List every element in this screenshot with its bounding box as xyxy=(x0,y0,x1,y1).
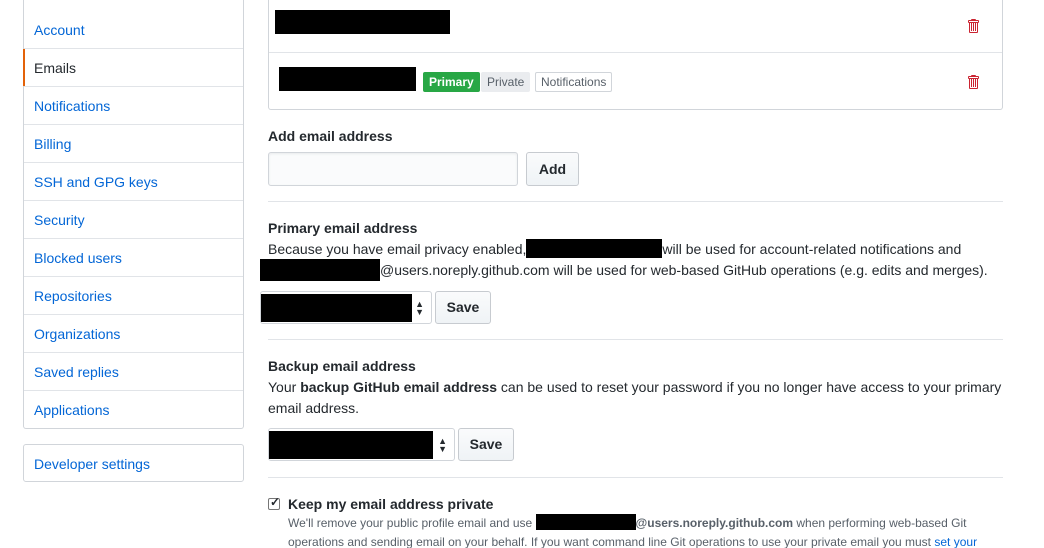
sidebar-item-emails[interactable]: Emails xyxy=(23,48,243,86)
select-arrows-icon: ▲ ▼ xyxy=(438,435,447,454)
select-arrows-icon: ▲ ▼ xyxy=(415,298,424,317)
sidebar-item-blocked-users[interactable]: Blocked users xyxy=(24,238,243,276)
noreply-domain: @users.noreply.github.com xyxy=(635,516,794,530)
primary-email-select[interactable]: ▲ ▼ xyxy=(260,291,432,324)
primary-email-text-b: will be used for account-related notific… xyxy=(662,241,962,257)
sidebar-item-repositories[interactable]: Repositories xyxy=(24,276,243,314)
keep-private-note-a: We'll remove your public profile email a… xyxy=(288,516,533,530)
primary-email-text-a: Because you have email privacy enabled, xyxy=(268,241,527,257)
redacted-selected-email xyxy=(269,431,433,459)
add-email-input[interactable] xyxy=(268,152,518,186)
backup-email-line1: Your backup GitHub email address can be … xyxy=(268,377,1001,398)
backup-email-select[interactable]: ▲ ▼ xyxy=(268,428,455,461)
primary-email-line2: @users.noreply.github.com will be used f… xyxy=(380,262,988,278)
redacted-email xyxy=(279,67,416,91)
backup-email-bold: backup GitHub email address xyxy=(300,379,498,395)
redacted-email xyxy=(275,10,450,34)
sidebar-item-account[interactable]: Account xyxy=(24,0,243,48)
backup-email-text-a: Your xyxy=(268,379,301,395)
primary-email-line1: Because you have email privacy enabled, w… xyxy=(268,239,961,260)
redacted-email xyxy=(526,239,663,258)
backup-email-text-b: can be used to reset your password if yo… xyxy=(497,379,1002,395)
settings-sidebar: Account Emails Notifications Billing SSH… xyxy=(23,0,244,429)
keep-private-note-b: when performing web-based Git xyxy=(793,516,967,530)
trash-icon[interactable] xyxy=(966,74,980,90)
redacted-selected-email xyxy=(261,294,412,322)
email-row: Primary Private Notifications xyxy=(269,53,1002,109)
sidebar-item-organizations[interactable]: Organizations xyxy=(24,314,243,352)
keep-private-note-line1: We'll remove your public profile email a… xyxy=(288,514,966,533)
keep-private-label[interactable]: Keep my email address private xyxy=(288,496,493,512)
set-your-link[interactable]: set your xyxy=(934,535,977,548)
sidebar-item-developer-settings[interactable]: Developer settings xyxy=(24,445,243,481)
primary-email-heading: Primary email address xyxy=(268,220,418,236)
keep-private-note-c: operations and sending email on your beh… xyxy=(288,535,932,548)
keep-private-note-line2: operations and sending email on your beh… xyxy=(288,533,977,548)
backup-email-save-button[interactable]: Save xyxy=(458,428,514,461)
divider xyxy=(268,477,1003,478)
email-list: Primary Private Notifications xyxy=(268,0,1003,110)
primary-badge: Primary xyxy=(423,72,480,92)
sidebar-item-ssh-gpg-keys[interactable]: SSH and GPG keys xyxy=(24,162,243,200)
sidebar-item-saved-replies[interactable]: Saved replies xyxy=(24,352,243,390)
backup-email-heading: Backup email address xyxy=(268,358,416,374)
backup-email-line2: email address. xyxy=(268,400,360,416)
email-row xyxy=(269,0,1002,53)
sidebar-item-security[interactable]: Security xyxy=(24,200,243,238)
divider xyxy=(268,201,1003,202)
primary-email-save-button[interactable]: Save xyxy=(435,291,491,324)
add-email-heading: Add email address xyxy=(268,128,393,144)
redacted-username xyxy=(260,259,380,281)
redacted-username xyxy=(535,514,636,530)
sidebar-item-applications[interactable]: Applications xyxy=(24,390,243,428)
notifications-badge: Notifications xyxy=(535,72,613,92)
trash-icon[interactable] xyxy=(966,18,980,34)
divider xyxy=(268,339,1003,340)
sidebar-item-billing[interactable]: Billing xyxy=(24,124,243,162)
add-email-button[interactable]: Add xyxy=(526,152,579,186)
private-badge: Private xyxy=(481,72,531,92)
sidebar-item-notifications[interactable]: Notifications xyxy=(24,86,243,124)
keep-private-checkbox[interactable] xyxy=(268,495,280,510)
developer-settings-box: Developer settings xyxy=(23,444,244,482)
